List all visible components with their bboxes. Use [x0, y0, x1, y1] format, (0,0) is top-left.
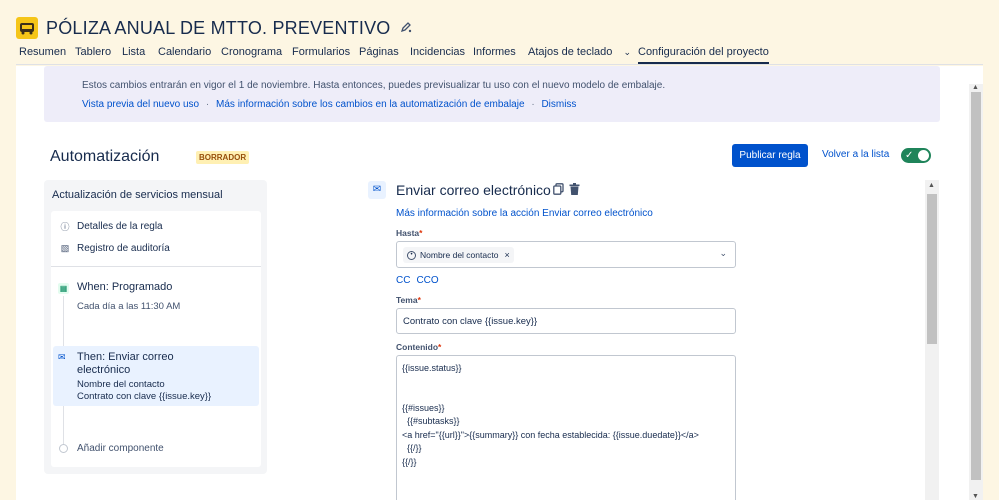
- content-line: {{#issues}}: [402, 403, 445, 413]
- info-banner: Estos cambios entrarán en vigor el 1 de …: [44, 66, 940, 122]
- rule-details-label: Detalles de la regla: [77, 221, 163, 232]
- cc-links: CC CCO: [396, 275, 445, 286]
- document-icon: ▧: [60, 243, 70, 253]
- email-icon: ✉: [58, 352, 66, 362]
- action-editor-title: Enviar correo electrónico: [396, 182, 551, 198]
- to-field-label: Hasta*: [396, 228, 422, 238]
- page-scrollbar[interactable]: ▲ ▼: [969, 84, 983, 500]
- bcc-link[interactable]: CCO: [416, 275, 438, 286]
- divider: [51, 266, 261, 267]
- rule-name: Actualización de servicios mensual: [52, 189, 223, 201]
- check-icon: ✓: [905, 150, 914, 161]
- recipient-chip: • Nombre del contacto ×: [403, 247, 514, 263]
- tab-atajos[interactable]: Atajos de teclado ⌄: [528, 46, 631, 58]
- tab-configuracion[interactable]: Configuración del proyecto: [638, 46, 769, 64]
- rule-panel: Actualización de servicios mensual ⓘ Det…: [44, 180, 267, 474]
- scroll-up-icon[interactable]: ▲: [928, 182, 935, 189]
- project-title: PÓLIZA ANUAL DE MTTO. PREVENTIVO: [46, 17, 391, 38]
- preview-usage-link[interactable]: Vista previa del nuevo uso: [82, 99, 199, 110]
- info-icon: ⓘ: [60, 222, 70, 232]
- tab-resumen[interactable]: Resumen: [19, 46, 66, 58]
- status-badge: BORRADOR: [196, 151, 250, 164]
- email-icon: ✉: [368, 181, 386, 199]
- rule-components: ⓘ Detalles de la regla ▧ Registro de aud…: [51, 211, 261, 467]
- subject-label-text: Tema: [396, 295, 418, 305]
- toggle-knob: [918, 150, 929, 161]
- publish-rule-button[interactable]: Publicar regla: [732, 144, 808, 167]
- content-line: <a href="{{url}}">{{summary}} con fecha …: [402, 430, 699, 440]
- content-label-text: Contenido: [396, 342, 439, 352]
- content-field-label: Contenido*: [396, 342, 441, 352]
- page-title: Automatización: [50, 148, 160, 165]
- trigger-subtitle: Cada día a las 11:30 AM: [77, 301, 181, 312]
- action-info-link[interactable]: Más información sobre la acción Enviar c…: [396, 208, 653, 219]
- copy-icon[interactable]: [553, 183, 564, 198]
- tab-informes[interactable]: Informes: [473, 46, 516, 58]
- add-component-button[interactable]: Añadir componente: [77, 443, 164, 454]
- content-line: {{issue.status}}: [402, 363, 462, 373]
- scroll-up-icon[interactable]: ▲: [972, 84, 979, 91]
- scroll-down-icon[interactable]: ▼: [972, 493, 979, 500]
- more-info-link[interactable]: Más información sobre los cambios en la …: [216, 99, 525, 110]
- to-select[interactable]: • Nombre del contacto × ⌄: [396, 241, 736, 268]
- edit-icon[interactable]: [400, 21, 412, 36]
- tab-atajos-label: Atajos de teclado: [528, 46, 613, 58]
- tab-lista[interactable]: Lista: [122, 46, 145, 58]
- remove-chip-icon[interactable]: ×: [504, 250, 509, 260]
- add-component-dot: [59, 444, 68, 453]
- banner-links: Vista previa del nuevo uso · Más informa…: [82, 99, 576, 110]
- content-textarea[interactable]: {{issue.status}} {{#issues}} {{#subtasks…: [396, 355, 736, 500]
- dismiss-link[interactable]: Dismiss: [541, 99, 576, 110]
- back-to-list-link[interactable]: Volver a la lista: [822, 149, 889, 160]
- recipient-chip-label: Nombre del contacto: [420, 250, 499, 260]
- audit-log-label: Registro de auditoría: [77, 243, 170, 254]
- action-recipient: Nombre del contacto: [77, 379, 165, 390]
- separator: ·: [205, 99, 210, 110]
- chevron-down-icon: ⌄: [623, 47, 631, 57]
- content-line: {{#subtasks}}: [402, 416, 460, 426]
- required-mark: *: [419, 228, 423, 238]
- project-avatar-icon[interactable]: [16, 17, 38, 39]
- cc-link[interactable]: CC: [396, 275, 410, 286]
- project-tabs: Resumen Tablero Lista Calendario Cronogr…: [0, 44, 999, 66]
- page-scroll-thumb[interactable]: [971, 92, 981, 480]
- action-item-selected[interactable]: ✉ Then: Enviar correo electrónico Nombre…: [53, 346, 259, 406]
- subject-input[interactable]: Contrato con clave {{issue.key}}: [396, 308, 736, 334]
- subject-field-label: Tema*: [396, 295, 421, 305]
- user-icon: •: [407, 250, 416, 260]
- tab-calendario[interactable]: Calendario: [158, 46, 211, 58]
- audit-log-item[interactable]: ▧ Registro de auditoría: [59, 243, 170, 254]
- tab-incidencias[interactable]: Incidencias: [410, 46, 465, 58]
- action-subject: Contrato con clave {{issue.key}}: [77, 391, 212, 402]
- separator: ·: [531, 99, 535, 110]
- chevron-down-icon[interactable]: ⌄: [719, 248, 727, 259]
- project-header: PÓLIZA ANUAL DE MTTO. PREVENTIVO: [16, 14, 412, 42]
- trigger-title[interactable]: When: Programado: [77, 281, 172, 293]
- main-panel: Estos cambios entrarán en vigor el 1 de …: [16, 66, 983, 500]
- tab-tablero[interactable]: Tablero: [75, 46, 111, 58]
- rule-details-item[interactable]: ⓘ Detalles de la regla: [59, 220, 163, 233]
- editor-scroll-thumb[interactable]: [927, 194, 937, 344]
- content-line: {{/}}: [402, 443, 422, 453]
- required-mark: *: [438, 342, 442, 352]
- to-label-text: Hasta: [396, 228, 420, 238]
- tab-paginas[interactable]: Páginas: [359, 46, 399, 58]
- banner-text: Estos cambios entrarán en vigor el 1 de …: [82, 80, 666, 91]
- trash-icon[interactable]: [569, 183, 580, 198]
- calendar-icon: ▦: [58, 283, 69, 294]
- editor-scrollbar[interactable]: ▲: [925, 180, 939, 500]
- action-title: Then: Enviar correo electrónico: [77, 351, 174, 376]
- tab-cronograma[interactable]: Cronograma: [221, 46, 282, 58]
- tabs-divider: [16, 64, 983, 65]
- rule-enabled-toggle[interactable]: ✓: [901, 148, 931, 163]
- content-line: {{/}}: [402, 457, 417, 467]
- required-mark: *: [417, 295, 421, 305]
- tab-formularios[interactable]: Formularios: [292, 46, 350, 58]
